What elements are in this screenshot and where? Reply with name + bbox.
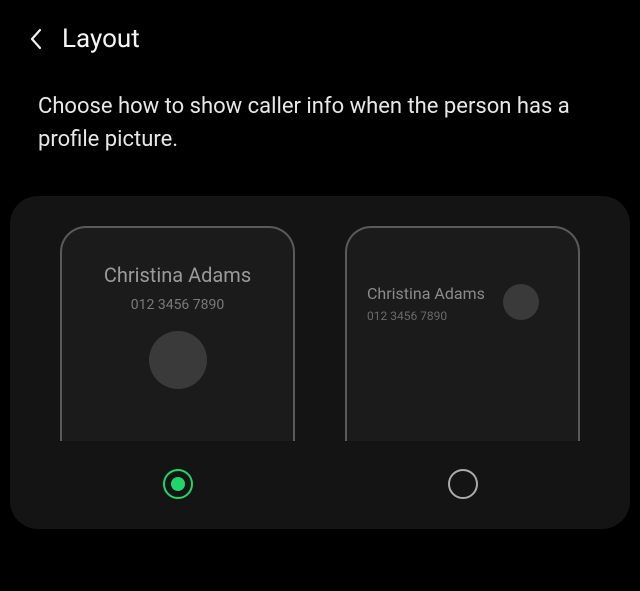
caller-text-block: Christina Adams 012 3456 7890 — [367, 284, 485, 323]
radio-unselected[interactable] — [448, 469, 478, 499]
caller-number-label: 012 3456 7890 — [367, 309, 485, 323]
layout-options-container: Christina Adams 012 3456 7890 Christina … — [10, 196, 630, 529]
caller-name-label: Christina Adams — [104, 263, 251, 287]
avatar-icon — [149, 331, 207, 389]
page-title: Layout — [62, 24, 140, 54]
layout-option-centered[interactable]: Christina Adams 012 3456 7890 — [60, 226, 295, 499]
caller-number-label: 012 3456 7890 — [131, 297, 225, 313]
back-icon[interactable] — [28, 27, 42, 51]
avatar-icon — [503, 284, 539, 320]
phone-preview-centered: Christina Adams 012 3456 7890 — [60, 226, 295, 441]
caller-row: Christina Adams 012 3456 7890 — [367, 284, 558, 323]
caller-name-label: Christina Adams — [367, 284, 485, 303]
layout-option-left[interactable]: Christina Adams 012 3456 7890 — [345, 226, 580, 499]
phone-preview-left: Christina Adams 012 3456 7890 — [345, 226, 580, 441]
header: Layout — [0, 0, 640, 70]
description-text: Choose how to show caller info when the … — [0, 70, 640, 186]
radio-selected[interactable] — [163, 469, 193, 499]
